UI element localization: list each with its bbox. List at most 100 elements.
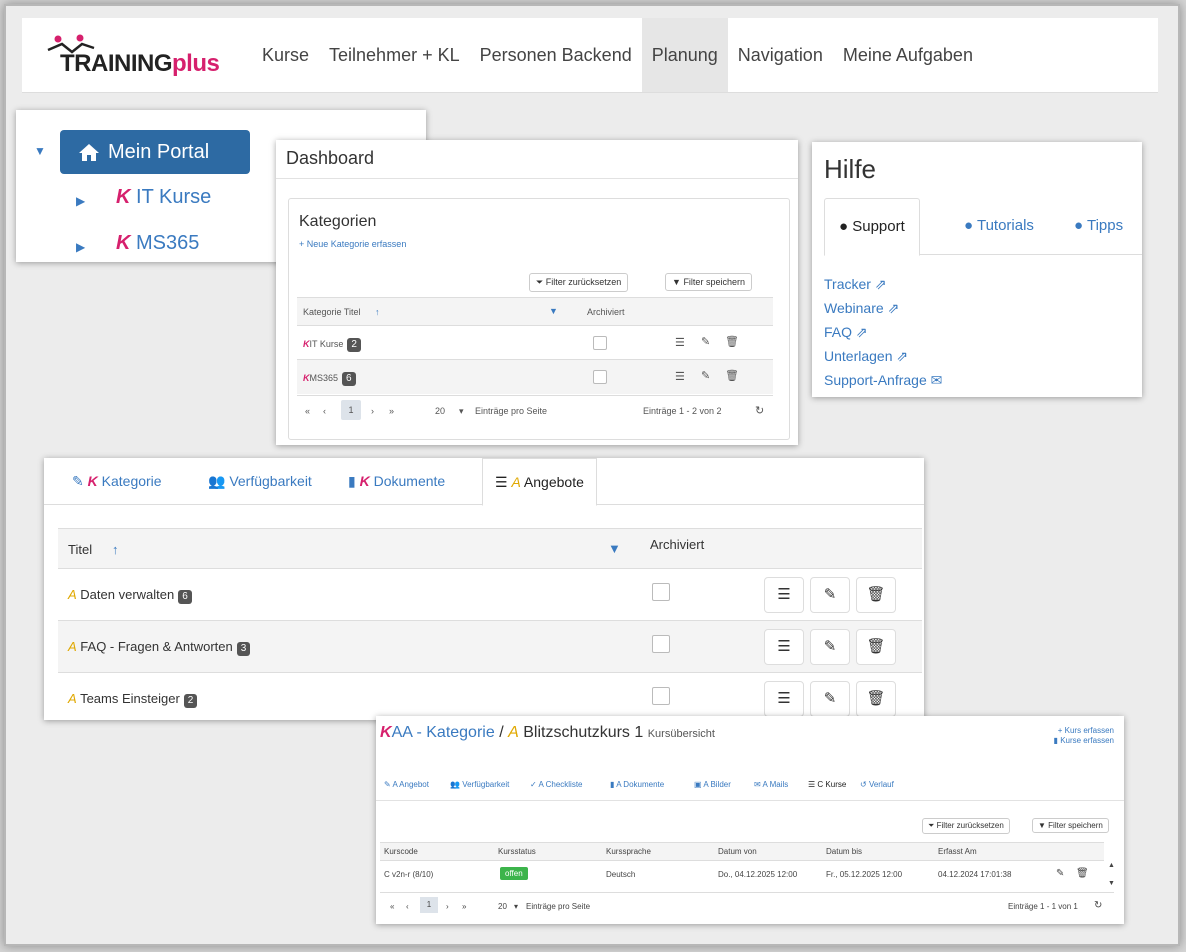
tab-verfuegbarkeit[interactable]: 👥 Verfügbarkeit bbox=[208, 458, 312, 504]
next-page-icon[interactable]: › bbox=[446, 902, 449, 911]
nav-item-teilnehmer[interactable]: Teilnehmer + KL bbox=[319, 18, 470, 92]
tab-verfuegbarkeit[interactable]: 👥 Verfügbarkeit bbox=[450, 780, 509, 789]
tracker-link[interactable]: Tracker ⇗ bbox=[824, 276, 887, 293]
refresh-icon[interactable]: ↻ bbox=[1094, 900, 1102, 911]
tab-dokumente[interactable]: ▮ A Dokumente bbox=[610, 780, 664, 789]
tree-item-ms365[interactable]: K MS365 bbox=[116, 232, 199, 255]
col-titel[interactable]: Titel bbox=[68, 542, 92, 557]
archived-checkbox[interactable] bbox=[652, 687, 670, 705]
filter-reset-button[interactable]: ⏷ Filter zurücksetzen bbox=[529, 273, 629, 292]
column-filter-icon[interactable]: ▼ bbox=[608, 541, 621, 556]
tab-bilder[interactable]: ▣ A Bilder bbox=[694, 780, 731, 789]
tab-angebote[interactable]: ☰ A Angebote bbox=[482, 458, 597, 506]
col-kurssprache[interactable]: Kurssprache bbox=[606, 847, 651, 856]
col-datum-bis[interactable]: Datum bis bbox=[826, 847, 862, 856]
first-page-icon[interactable]: « bbox=[305, 406, 310, 416]
col-datum-von[interactable]: Datum von bbox=[718, 847, 757, 856]
first-page-icon[interactable]: « bbox=[390, 902, 394, 911]
breadcrumb-kategorie-link[interactable]: AA - Kategorie bbox=[392, 724, 495, 741]
edit-pencil-icon[interactable]: ✎ bbox=[701, 335, 710, 348]
edit-button[interactable]: ✎ bbox=[810, 577, 850, 613]
prev-page-icon[interactable]: ‹ bbox=[323, 406, 326, 416]
list-icon[interactable]: ☰ bbox=[675, 336, 685, 349]
col-archiviert[interactable]: Archiviert bbox=[650, 537, 704, 552]
per-page-select[interactable]: 20 bbox=[435, 406, 445, 416]
per-page-select[interactable]: 20 bbox=[498, 902, 507, 911]
col-kursstatus[interactable]: Kursstatus bbox=[498, 847, 536, 856]
tab-tutorials[interactable]: ● Tutorials bbox=[964, 198, 1034, 254]
scroll-up-icon[interactable]: ▲ bbox=[1108, 862, 1115, 869]
last-page-icon[interactable]: » bbox=[389, 406, 394, 416]
list-button[interactable]: ☰ bbox=[764, 629, 804, 665]
sort-asc-icon[interactable]: ↑ bbox=[112, 542, 119, 557]
row-kurscode[interactable]: C v2n-r (8/10) bbox=[384, 870, 433, 879]
archived-checkbox[interactable] bbox=[593, 370, 607, 384]
page-number[interactable]: 1 bbox=[341, 400, 361, 420]
tab-checkliste[interactable]: ✓ A Checkliste bbox=[530, 780, 583, 789]
filter-reset-button[interactable]: ⏷ Filter zurücksetzen bbox=[922, 818, 1010, 834]
edit-pencil-icon[interactable]: ✎ bbox=[1056, 868, 1064, 879]
tab-kategorie[interactable]: ✎ K Kategorie bbox=[72, 458, 162, 504]
row-title[interactable]: Teams Einsteiger bbox=[80, 691, 180, 706]
column-filter-icon[interactable]: ▼ bbox=[549, 306, 558, 316]
edit-pencil-icon[interactable]: ✎ bbox=[701, 369, 710, 382]
delete-trash-icon[interactable]: 🗑 bbox=[725, 369, 739, 382]
scroll-down-icon[interactable]: ▼ bbox=[1108, 880, 1115, 887]
list-button[interactable]: ☰ bbox=[764, 681, 804, 717]
row-title[interactable]: Daten verwalten bbox=[80, 587, 174, 602]
mein-portal-button[interactable]: Mein Portal bbox=[60, 130, 250, 174]
col-erfasst-am[interactable]: Erfasst Am bbox=[938, 847, 977, 856]
delete-button[interactable]: 🗑 bbox=[856, 577, 896, 613]
webinare-link[interactable]: Webinare ⇗ bbox=[824, 300, 899, 317]
caret-down-icon[interactable]: ▼ bbox=[34, 144, 46, 158]
trainingplus-logo[interactable]: TRAININGplus bbox=[40, 28, 240, 84]
row-title[interactable]: MS365 bbox=[310, 373, 339, 383]
tab-mails[interactable]: ✉ A Mails bbox=[754, 780, 788, 789]
tab-dokumente[interactable]: ▮ K Dokumente bbox=[348, 458, 445, 504]
list-button[interactable]: ☰ bbox=[764, 577, 804, 613]
tree-item-it-kurse[interactable]: K IT Kurse bbox=[116, 186, 211, 209]
delete-trash-icon[interactable]: 🗑 bbox=[725, 335, 739, 348]
edit-button[interactable]: ✎ bbox=[810, 681, 850, 717]
chevron-down-icon[interactable]: ▾ bbox=[514, 902, 518, 911]
chevron-down-icon[interactable]: ▾ bbox=[459, 406, 464, 417]
delete-button[interactable]: 🗑 bbox=[856, 681, 896, 717]
row-title[interactable]: FAQ - Fragen & Antworten bbox=[80, 639, 232, 654]
caret-right-icon[interactable]: ▶ bbox=[76, 240, 85, 254]
sort-asc-icon[interactable]: ↑ bbox=[375, 307, 380, 317]
kurse-list-link[interactable]: ▮ Kurse erfassen bbox=[1054, 736, 1114, 746]
col-kategorie-titel[interactable]: Kategorie Titel bbox=[303, 307, 361, 317]
delete-button[interactable]: 🗑 bbox=[856, 629, 896, 665]
col-archiviert[interactable]: Archiviert bbox=[587, 307, 625, 317]
nav-item-kurse[interactable]: Kurse bbox=[252, 18, 319, 92]
last-page-icon[interactable]: » bbox=[462, 902, 466, 911]
col-kurscode[interactable]: Kurscode bbox=[384, 847, 418, 856]
archived-checkbox[interactable] bbox=[593, 336, 607, 350]
refresh-icon[interactable]: ↻ bbox=[755, 404, 764, 417]
delete-trash-icon[interactable]: 🗑 bbox=[1076, 868, 1089, 879]
page-number[interactable]: 1 bbox=[420, 897, 438, 913]
tab-support[interactable]: ● Support bbox=[824, 198, 920, 256]
nav-item-personen-backend[interactable]: Personen Backend bbox=[470, 18, 642, 92]
nav-item-meine-aufgaben[interactable]: Meine Aufgaben bbox=[833, 18, 983, 92]
support-anfrage-link[interactable]: Support-Anfrage ✉ bbox=[824, 372, 942, 389]
nav-item-navigation[interactable]: Navigation bbox=[728, 18, 833, 92]
filter-save-button[interactable]: ▼ Filter speichern bbox=[1032, 818, 1109, 833]
new-kategorie-link[interactable]: + Neue Kategorie erfassen bbox=[299, 239, 406, 249]
archived-checkbox[interactable] bbox=[652, 635, 670, 653]
tab-verlauf[interactable]: ↺ Verlauf bbox=[860, 780, 894, 789]
tab-angebot[interactable]: ✎ A Angebot bbox=[384, 780, 429, 789]
tab-kurse[interactable]: ☰ C Kurse bbox=[808, 780, 846, 789]
filter-save-button[interactable]: ▼ Filter speichern bbox=[665, 273, 752, 291]
unterlagen-link[interactable]: Unterlagen ⇗ bbox=[824, 348, 908, 365]
edit-button[interactable]: ✎ bbox=[810, 629, 850, 665]
next-page-icon[interactable]: › bbox=[371, 406, 374, 416]
caret-right-icon[interactable]: ▶ bbox=[76, 194, 85, 208]
kurs-erfassen-link[interactable]: + Kurs erfassen bbox=[1054, 726, 1114, 736]
faq-link[interactable]: FAQ ⇗ bbox=[824, 324, 868, 341]
list-icon[interactable]: ☰ bbox=[675, 370, 685, 383]
archived-checkbox[interactable] bbox=[652, 583, 670, 601]
prev-page-icon[interactable]: ‹ bbox=[406, 902, 409, 911]
row-title[interactable]: IT Kurse bbox=[310, 339, 344, 349]
tab-tipps[interactable]: ● Tipps bbox=[1074, 198, 1123, 254]
